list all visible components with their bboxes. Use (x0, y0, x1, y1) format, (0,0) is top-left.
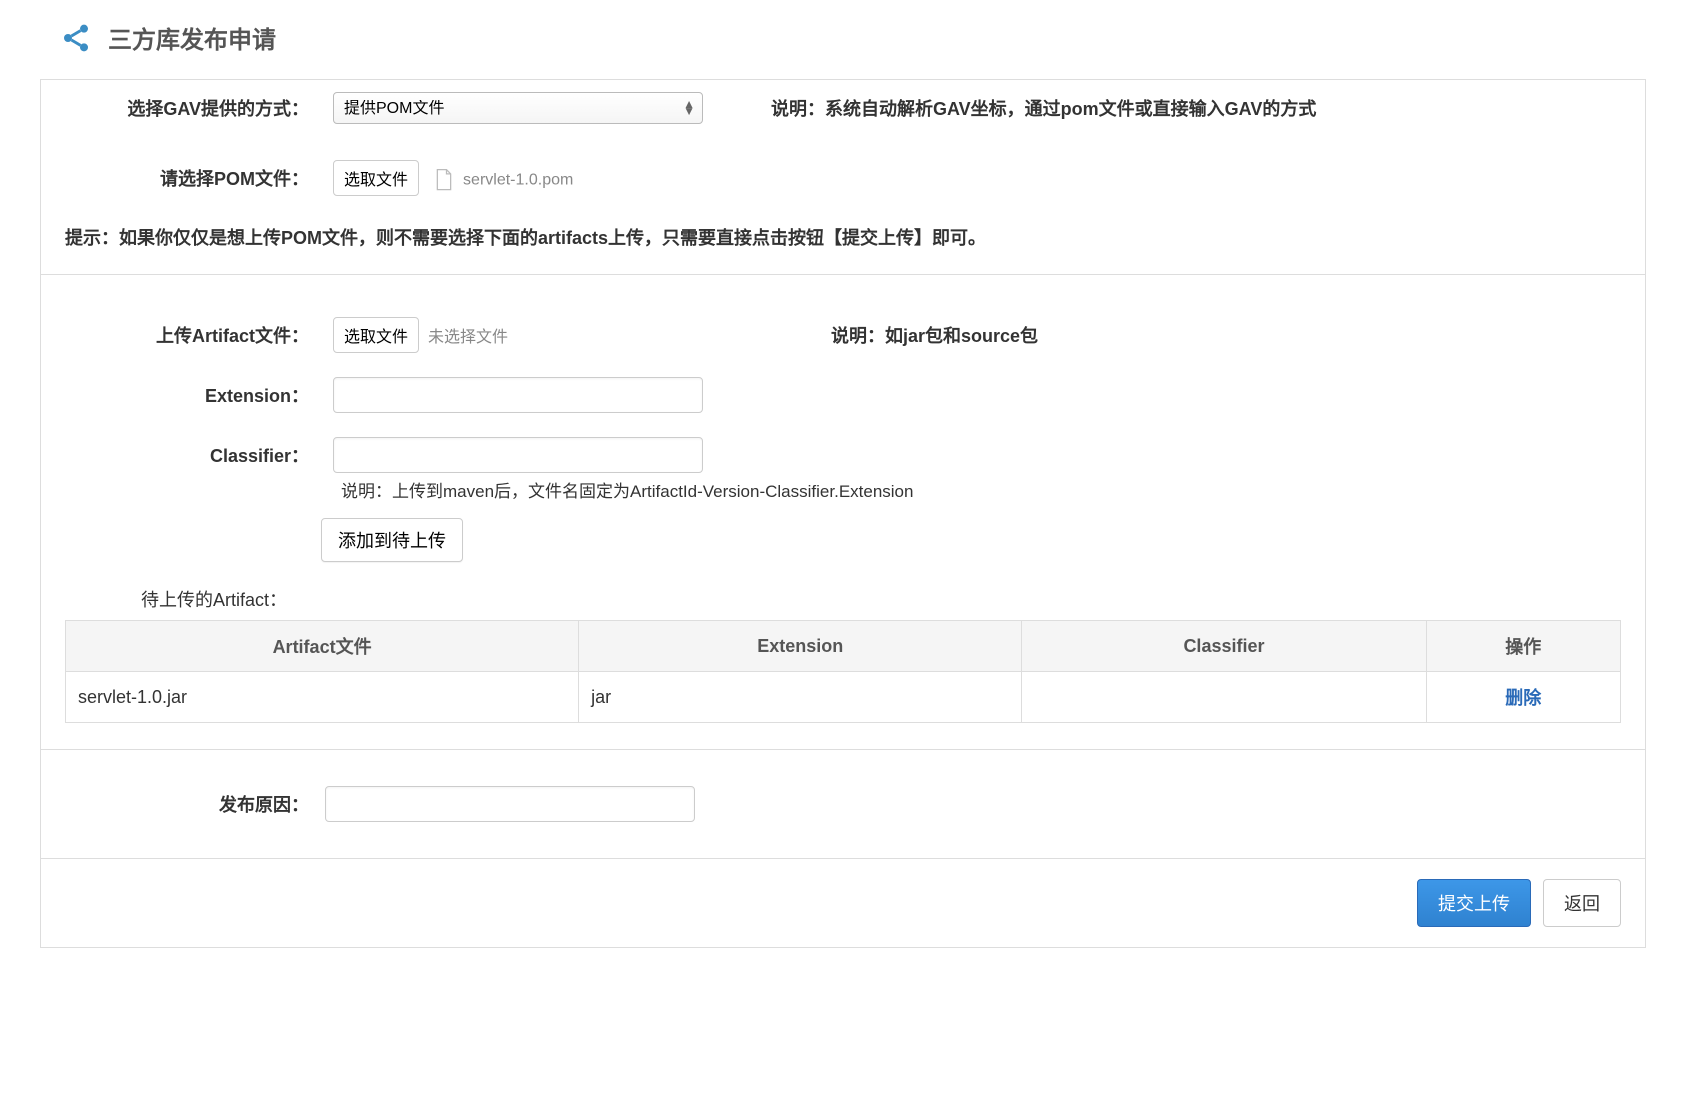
gav-select[interactable]: 提供POM文件 (333, 92, 703, 124)
classifier-hint: 说明：上传到maven后，文件名固定为ArtifactId-Version-Cl… (41, 473, 1645, 514)
reason-input[interactable] (325, 786, 695, 822)
page-title: 三方库发布申请 (108, 20, 276, 55)
submit-row: 提交上传 返回 (41, 859, 1645, 947)
gav-row: 选择GAV提供的方式： 提供POM文件 ▲▼ 说明：系统自动解析GAV坐标，通过… (41, 80, 1645, 136)
classifier-row: Classifier： (41, 425, 1645, 473)
reason-row: 发布原因： (41, 750, 1645, 859)
pom-label: 请选择POM文件： (65, 165, 325, 191)
pending-label: 待上传的Artifact： (41, 578, 1645, 620)
table-cell-extension: jar (579, 672, 1022, 723)
classifier-input[interactable] (333, 437, 703, 473)
submit-button[interactable]: 提交上传 (1417, 879, 1531, 927)
table-row: servlet-1.0.jar jar 删除 (66, 672, 1621, 723)
table-header-extension: Extension (579, 621, 1022, 672)
back-button[interactable]: 返回 (1543, 879, 1621, 927)
artifact-row: 上传Artifact文件： 选取文件 未选择文件 说明：如jar包和source… (41, 305, 1645, 365)
extension-label: Extension： (65, 382, 325, 408)
classifier-label: Classifier： (65, 442, 325, 468)
form-container: 选择GAV提供的方式： 提供POM文件 ▲▼ 说明：系统自动解析GAV坐标，通过… (40, 79, 1646, 948)
file-icon (434, 168, 454, 192)
reason-label: 发布原因： (65, 791, 325, 817)
pom-filename: servlet-1.0.pom (463, 171, 573, 188)
artifact-file-button[interactable]: 选取文件 (333, 317, 419, 353)
artifact-no-file: 未选择文件 (428, 329, 508, 346)
pom-row: 请选择POM文件： 选取文件 servlet-1.0.pom (41, 136, 1645, 208)
gav-description: 说明：系统自动解析GAV坐标，通过pom文件或直接输入GAV的方式 (711, 95, 1621, 121)
table-header-operation: 操作 (1426, 621, 1620, 672)
table-cell-classifier (1022, 672, 1426, 723)
extension-row: Extension： (41, 365, 1645, 425)
add-to-pending-button[interactable]: 添加到待上传 (321, 518, 463, 562)
artifact-label: 上传Artifact文件： (65, 322, 325, 348)
gav-label: 选择GAV提供的方式： (65, 95, 325, 121)
table-cell-file: servlet-1.0.jar (66, 672, 579, 723)
artifact-description: 说明：如jar包和source包 (711, 322, 1621, 348)
delete-link[interactable]: 删除 (1505, 688, 1541, 708)
pom-hint: 提示：如果你仅仅是想上传POM文件，则不需要选择下面的artifacts上传，只… (41, 208, 1645, 275)
page-header: 三方库发布申请 (40, 20, 1646, 55)
table-header-file: Artifact文件 (66, 621, 579, 672)
table-header-classifier: Classifier (1022, 621, 1426, 672)
share-icon (60, 22, 92, 54)
artifact-table: Artifact文件 Extension Classifier 操作 servl… (65, 620, 1621, 723)
extension-input[interactable] (333, 377, 703, 413)
pom-file-button[interactable]: 选取文件 (333, 160, 419, 196)
